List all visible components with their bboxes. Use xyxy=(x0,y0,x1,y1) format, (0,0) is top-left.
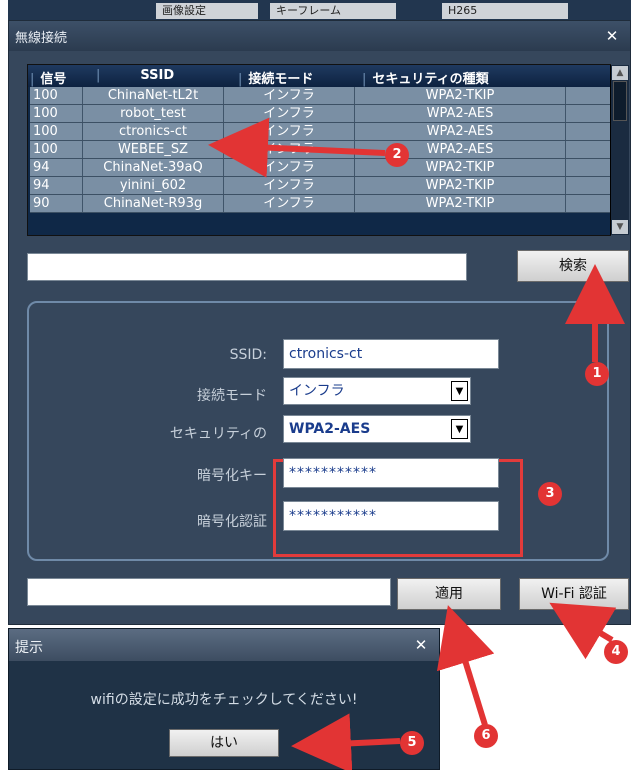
arrow-to-ssid-row xyxy=(208,117,386,178)
arrow-to-ok xyxy=(291,713,401,770)
step-badge-1: 1 xyxy=(585,362,609,386)
annotation-overlay xyxy=(208,117,625,770)
step-badge-2: 2 xyxy=(385,143,409,167)
step-badge-4: 4 xyxy=(604,640,628,664)
arrow-to-apply xyxy=(436,605,495,726)
step-badge-5: 5 xyxy=(400,731,424,755)
arrow-to-wifi-auth xyxy=(549,602,617,660)
step-badge-6: 6 xyxy=(474,724,498,748)
step-badge-3: 3 xyxy=(538,482,562,506)
